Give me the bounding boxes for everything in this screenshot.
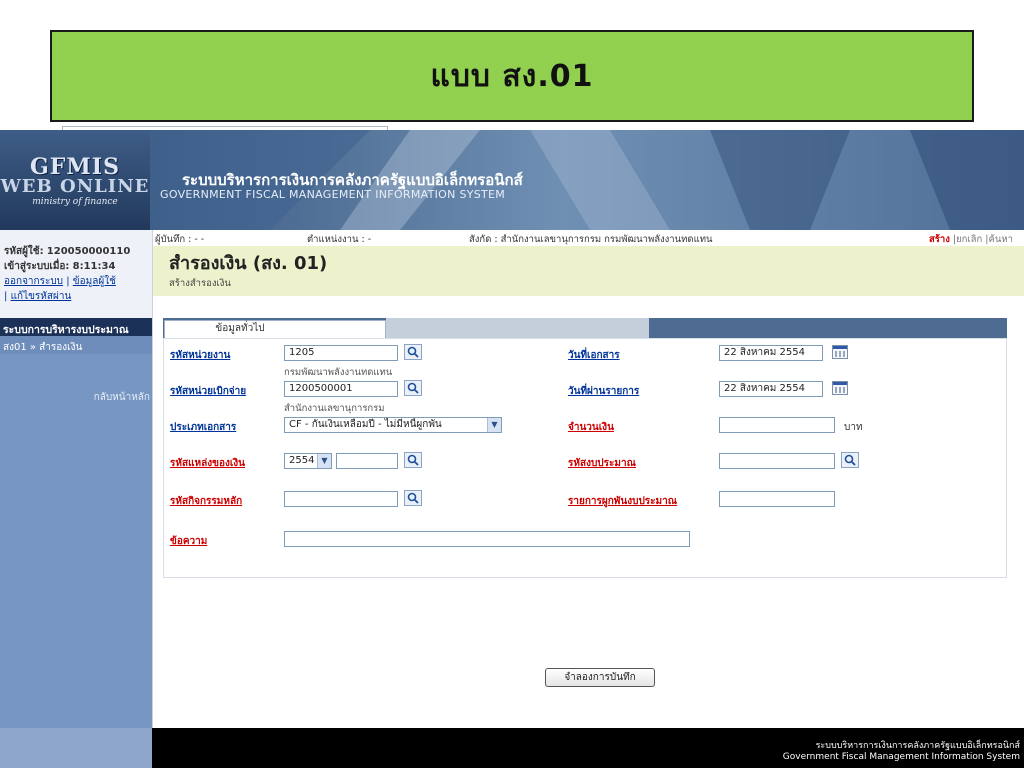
info-bar: ผู้บันทึก : - - ตำแหน่งงาน : - สังกัด : … (153, 230, 1024, 246)
message-input[interactable] (284, 531, 690, 547)
magnifier-icon (407, 454, 419, 466)
login-time-value: 8:11:34 (72, 261, 116, 272)
doc-date-label[interactable]: วันที่เอกสาร (568, 348, 620, 363)
recorder-info: ผู้บันทึก : - - (155, 234, 205, 245)
doc-date-input[interactable]: 22 สิงหาคม 2554 (719, 345, 823, 361)
search-icon[interactable] (404, 452, 422, 468)
sidebar-section-budget[interactable]: ระบบการบริหารงบประมาณ (0, 318, 152, 336)
agency-name-note: กรมพัฒนาพลังงานทดแทน (284, 367, 393, 378)
cancel-link[interactable]: |ยกเลิก (953, 234, 982, 245)
budget-code-label[interactable]: รหัสงบประมาณ (568, 456, 636, 471)
search-icon[interactable] (404, 344, 422, 360)
doc-type-select[interactable]: CF - กันเงินเหลื่อมปี - ไม่มีหนี้ผูกพัน … (284, 417, 502, 433)
magnifier-icon (407, 382, 419, 394)
calendar-icon[interactable] (832, 345, 848, 359)
footer-text-thai: ระบบบริหารการเงินการคลังภาครัฐแบบอิเล็กท… (815, 741, 1020, 751)
amount-label[interactable]: จำนวนเงิน (568, 420, 614, 435)
magnifier-icon (844, 454, 856, 466)
search-icon[interactable] (404, 380, 422, 396)
login-time-label: เข้าสู่ระบบเมื่อ: (4, 261, 70, 272)
calendar-icon[interactable] (832, 381, 848, 395)
login-time-line: เข้าสู่ระบบเมื่อ: 8:11:34 (4, 259, 148, 274)
tab-general-info[interactable]: ข้อมูลทั่วไป (164, 320, 386, 338)
affiliation-info: สังกัด : สำนักงานเลขานุการกรม กรมพัฒนาพล… (469, 234, 713, 245)
magnifier-icon (407, 492, 419, 504)
sidebar-item-reserve[interactable]: สง01 » สำรองเงิน (0, 336, 152, 354)
message-label[interactable]: ข้อความ (170, 534, 207, 549)
action-links: สร้าง |ยกเลิก |ค้นหา (929, 232, 1013, 247)
user-id-line: รหัสผู้ใช้: 120050000110 (4, 244, 148, 259)
user-id-value: 120050000110 (46, 246, 131, 257)
amount-unit: บาท (844, 422, 863, 433)
app-footer: ระบบบริหารการเงินการคลังภาครัฐแบบอิเล็กท… (0, 728, 1024, 768)
change-password-row: | แก้ไขรหัสผ่าน (4, 291, 72, 302)
left-sidebar: รหัสผู้ใช้: 120050000110 เข้าสู่ระบบเมื่… (0, 230, 152, 728)
chevron-down-icon: ▼ (317, 454, 331, 468)
fiscal-year-value: 2554 (289, 455, 315, 466)
tab-bar: ข้อมูลทั่วไป (163, 318, 1007, 338)
search-icon[interactable] (841, 452, 859, 468)
footer-left-panel (0, 728, 152, 768)
position-info: ตำแหน่งงาน : - (307, 234, 372, 245)
logo-text-ministry: ministry of finance (32, 196, 118, 207)
slide-title-banner: แบบ สง.01 (50, 30, 974, 122)
footer-text-english: Government Fiscal Management Information… (782, 752, 1020, 762)
back-to-home-link[interactable]: กลับหน้าหลัก (0, 354, 152, 405)
main-content: ผู้บันทึก : - - ตำแหน่งงาน : - สังกัด : … (152, 230, 1024, 728)
user-id-label: รหัสผู้ใช้: (4, 246, 44, 257)
magnifier-icon (407, 346, 419, 358)
fund-source-label[interactable]: รหัสแหล่งของเงิน (170, 456, 245, 471)
agency-code-label[interactable]: รหัสหน่วยงาน (170, 348, 230, 363)
tab-inactive-area (386, 318, 649, 338)
fund-source-input[interactable] (336, 453, 398, 469)
gfmis-logo[interactable]: GFMIS WEB ONLINE ministry of finance (0, 130, 150, 230)
doc-type-value: CF - กันเงินเหลื่อมปี - ไม่มีหนี้ผูกพัน (289, 419, 442, 430)
amount-input[interactable] (719, 417, 835, 433)
app-title-english: GOVERNMENT FISCAL MANAGEMENT INFORMATION… (160, 188, 506, 201)
create-link[interactable]: สร้าง (929, 234, 950, 245)
agency-code-input[interactable]: 1205 (284, 345, 398, 361)
page-title-area: สำรองเงิน (สง. 01) สร้างสำรองเงิน (153, 246, 1024, 296)
commitment-input[interactable] (719, 491, 835, 507)
main-activity-label[interactable]: รหัสกิจกรรมหลัก (170, 494, 242, 509)
app-window: GFMIS WEB ONLINE ministry of finance ระบ… (0, 126, 1024, 768)
logo-text-web-online: WEB ONLINE (0, 175, 150, 197)
user-info-panel: รหัสผู้ใช้: 120050000110 เข้าสู่ระบบเมื่… (0, 230, 152, 318)
app-header: GFMIS WEB ONLINE ministry of finance ระบ… (0, 130, 1024, 230)
doc-type-label[interactable]: ประเภทเอกสาร (170, 420, 236, 435)
reserve-form: รหัสหน่วยงาน 1205 วันที่เอกสาร 22 สิงหาค… (163, 338, 1007, 578)
footer-text: ระบบบริหารการเงินการคลังภาครัฐแบบอิเล็กท… (783, 741, 1020, 763)
chevron-down-icon: ▼ (487, 418, 501, 432)
post-date-label[interactable]: วันที่ผ่านรายการ (568, 384, 639, 399)
change-password-link[interactable]: แก้ไขรหัสผ่าน (11, 291, 72, 302)
page-subtitle: สร้างสำรองเงิน (169, 278, 231, 289)
simulate-save-button[interactable]: จำลองการบันทึก (545, 668, 655, 687)
page-title: สำรองเงิน (สง. 01) (169, 253, 328, 274)
disb-unit-label[interactable]: รหัสหน่วยเบิกจ่าย (170, 384, 246, 399)
fiscal-year-select[interactable]: 2554 ▼ (284, 453, 332, 469)
budget-code-input[interactable] (719, 453, 835, 469)
disb-unit-input[interactable]: 1200500001 (284, 381, 398, 397)
slide-title: แบบ สง.01 (430, 58, 594, 94)
disb-unit-name-note: สำนักงานเลขานุการกรม (284, 403, 385, 414)
search-icon[interactable] (404, 490, 422, 506)
main-activity-input[interactable] (284, 491, 398, 507)
commitment-label[interactable]: รายการผูกพันงบประมาณ (568, 494, 677, 509)
logout-link[interactable]: ออกจากระบบ (4, 276, 63, 287)
post-date-input[interactable]: 22 สิงหาคม 2554 (719, 381, 823, 397)
user-info-link[interactable]: ข้อมูลผู้ใช้ (73, 276, 116, 287)
search-link[interactable]: |ค้นหา (985, 234, 1013, 245)
user-links-row: ออกจากระบบ | ข้อมูลผู้ใช้ (4, 276, 116, 287)
